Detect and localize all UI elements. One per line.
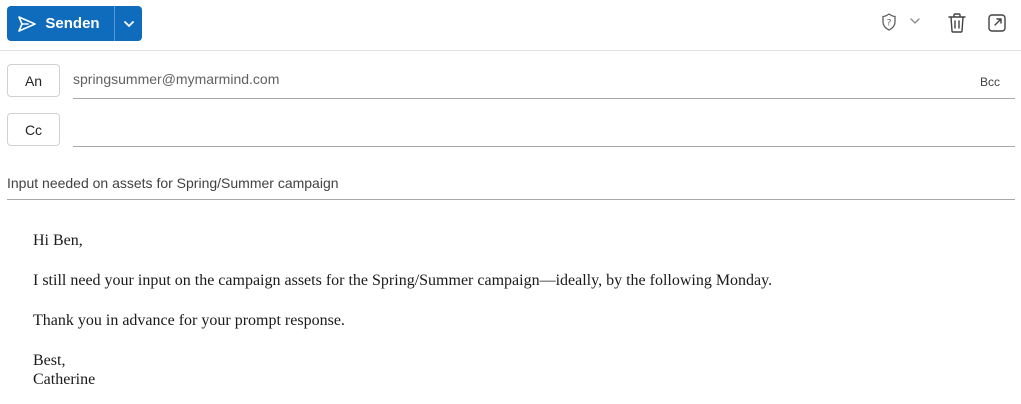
chevron-down-icon bbox=[909, 17, 921, 25]
cc-field[interactable] bbox=[73, 118, 1015, 144]
send-button[interactable]: Senden bbox=[7, 6, 114, 41]
to-field-underline bbox=[73, 98, 1015, 99]
subject-field-underline bbox=[7, 199, 1015, 200]
sensitivity-button[interactable]: ? bbox=[880, 12, 898, 32]
send-button-group: Senden bbox=[7, 6, 142, 41]
body-signature: Catherine bbox=[33, 371, 96, 388]
pop-out-button[interactable] bbox=[987, 13, 1007, 33]
send-icon bbox=[17, 15, 37, 33]
sensitivity-dropdown[interactable] bbox=[909, 17, 921, 25]
body-paragraph-1: I still need your input on the campaign … bbox=[33, 272, 773, 289]
subject-field[interactable]: Input needed on assets for Spring/Summer… bbox=[7, 175, 339, 191]
svg-text:?: ? bbox=[887, 19, 892, 29]
sensitivity-shield-icon: ? bbox=[880, 12, 898, 32]
body-paragraph-2: Thank you in advance for your prompt res… bbox=[33, 312, 345, 329]
bcc-toggle-button[interactable]: Bcc bbox=[980, 75, 1000, 89]
cc-field-underline bbox=[73, 146, 1015, 147]
to-recipients-button[interactable]: An bbox=[7, 64, 60, 97]
compose-toolbar: Senden ? bbox=[0, 0, 1021, 51]
message-body[interactable]: Hi Ben, I still need your input on the c… bbox=[33, 231, 772, 389]
send-button-label: Senden bbox=[45, 15, 100, 32]
to-field-value[interactable]: springsummer@mymarmind.com bbox=[73, 71, 279, 87]
body-closing: Best, bbox=[33, 352, 66, 369]
cc-recipients-button[interactable]: Cc bbox=[7, 113, 60, 146]
send-options-dropdown[interactable] bbox=[115, 6, 142, 41]
discard-button[interactable] bbox=[947, 12, 967, 34]
body-greeting: Hi Ben, bbox=[33, 232, 83, 249]
trash-icon bbox=[947, 12, 967, 34]
pop-out-icon bbox=[987, 13, 1007, 33]
chevron-down-icon bbox=[123, 20, 135, 28]
